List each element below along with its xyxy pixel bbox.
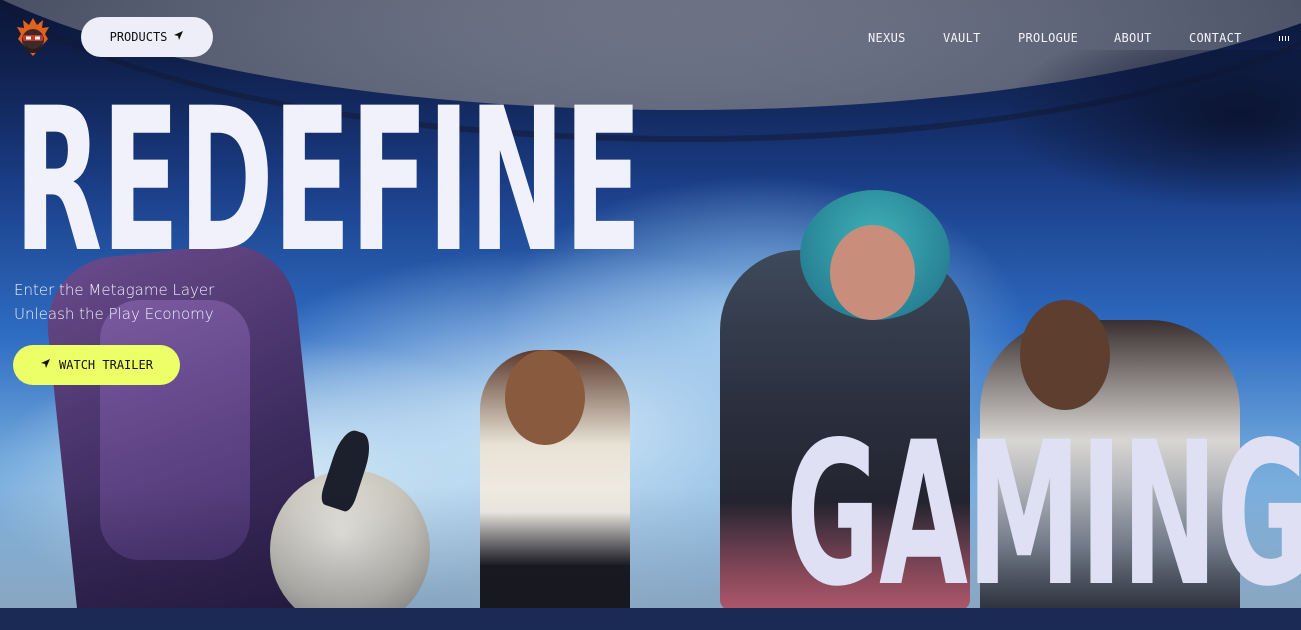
arrow-icon [173, 30, 184, 44]
hero-headline-top: REDEFINE [14, 65, 642, 296]
hero-subtitle: Enter the Metagame Layer Unleash the Pla… [14, 278, 214, 326]
watch-trailer-button[interactable]: WATCH TRAILER [13, 345, 180, 385]
nav-link-about[interactable]: ABOUT [1114, 31, 1152, 45]
nav-link-nexus[interactable]: NEXUS [868, 31, 906, 45]
audio-bars-icon[interactable] [1279, 33, 1291, 41]
nav-link-vault[interactable]: VAULT [943, 31, 981, 45]
ninja-logo-icon[interactable] [15, 17, 51, 57]
products-button-label: PRODUCTS [109, 30, 168, 44]
hero-subtitle-line2: Unleash the Play Economy [14, 305, 214, 323]
watch-trailer-label: WATCH TRAILER [59, 358, 153, 372]
products-button[interactable]: PRODUCTS [81, 17, 213, 57]
nav-link-prologue[interactable]: PROLOGUE [1018, 31, 1078, 45]
hero-subtitle-line1: Enter the Metagame Layer [14, 281, 215, 299]
nav-link-contact[interactable]: CONTACT [1189, 31, 1242, 45]
arrow-icon [40, 358, 51, 372]
hero-headline-bottom: GAMING [786, 399, 1301, 630]
